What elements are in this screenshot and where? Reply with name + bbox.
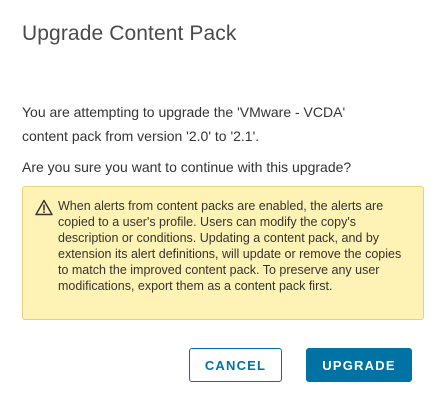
upgrade-button[interactable]: UPGRADE	[306, 348, 412, 382]
dialog-title: Upgrade Content Pack	[22, 22, 237, 45]
warning-alert: When alerts from content packs are enabl…	[22, 186, 424, 320]
confirmation-question: Are you sure you want to continue with t…	[22, 159, 352, 175]
cancel-button[interactable]: CANCEL	[189, 348, 282, 382]
message-line-2: content pack from version '2.0' to '2.1'…	[22, 128, 260, 144]
dialog-message: You are attempting to upgrade the 'VMwar…	[22, 100, 402, 148]
message-line-1: You are attempting to upgrade the 'VMwar…	[22, 104, 346, 120]
upgrade-content-pack-dialog: Upgrade Content Pack You are attempting …	[0, 0, 446, 411]
warning-alert-text: When alerts from content packs are enabl…	[58, 199, 402, 293]
warning-triangle-icon	[35, 199, 53, 216]
